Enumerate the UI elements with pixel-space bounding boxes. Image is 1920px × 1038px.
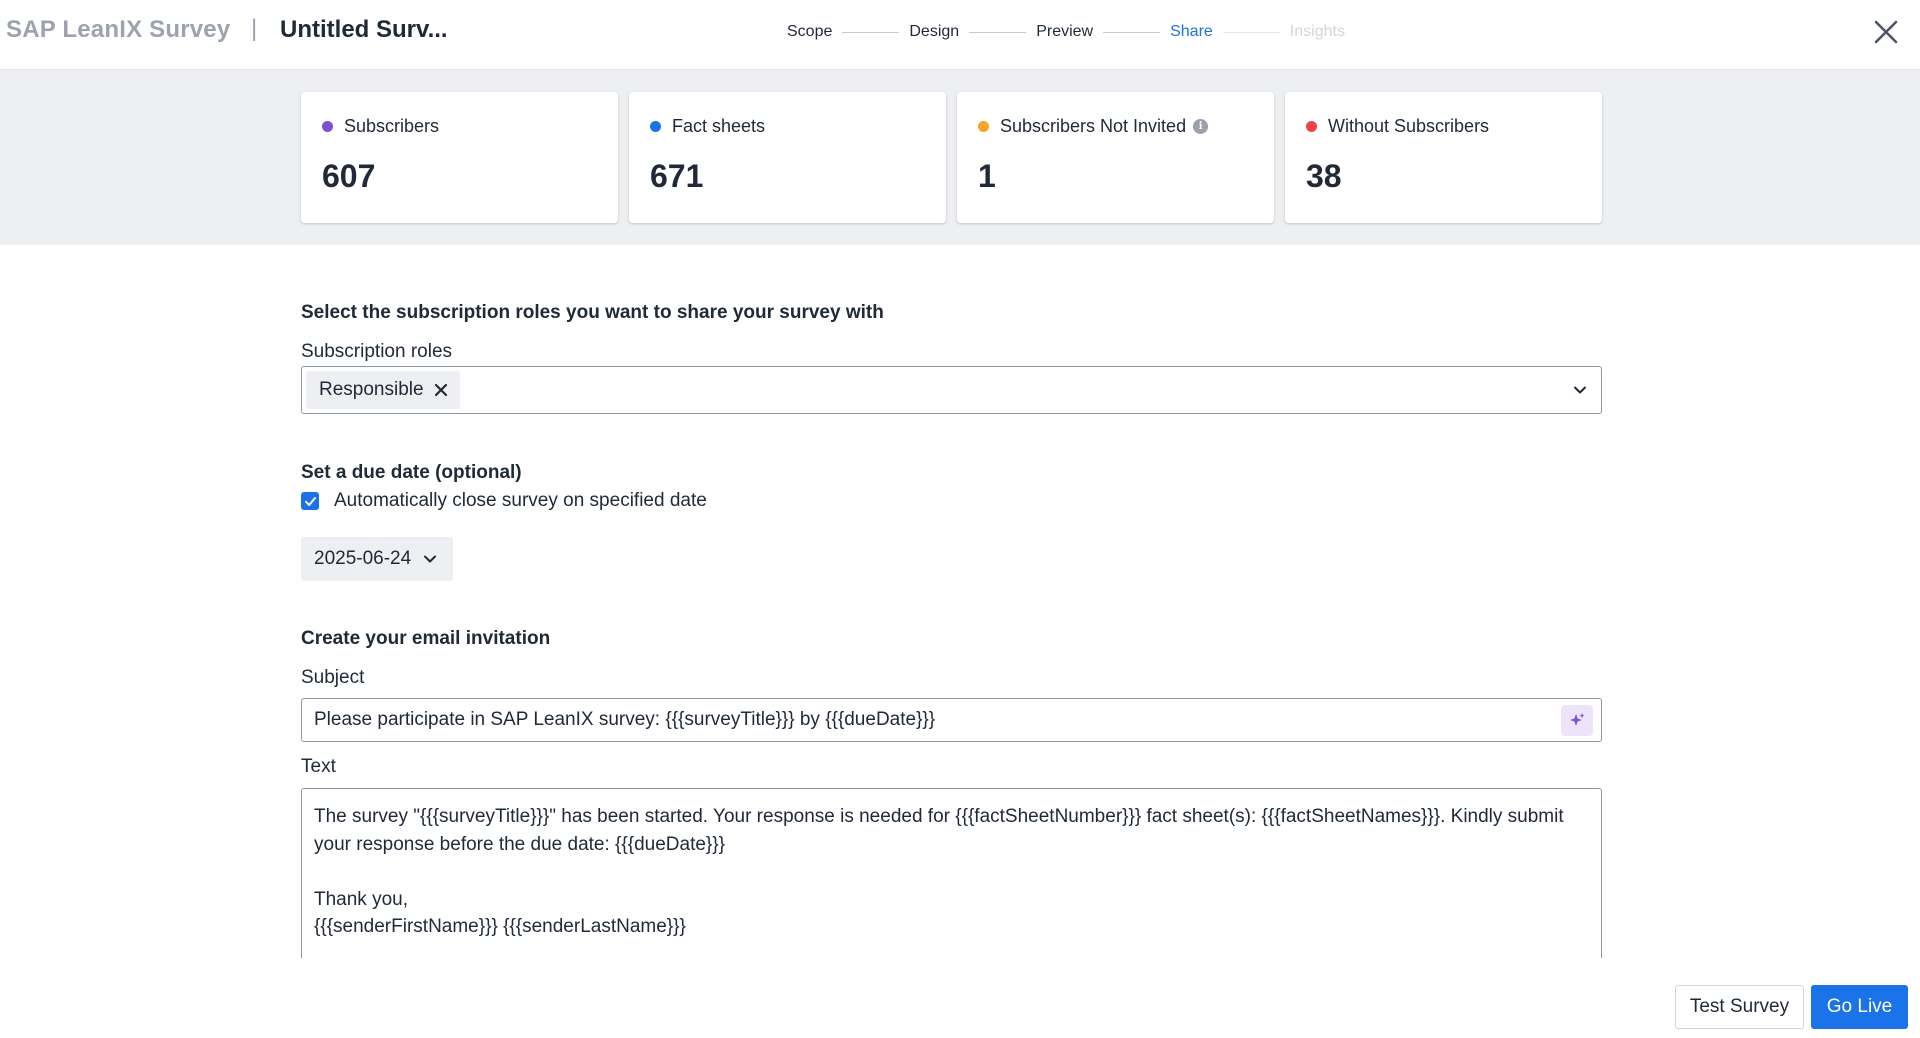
go-live-button[interactable]: Go Live bbox=[1811, 985, 1908, 1029]
red-dot-icon bbox=[1306, 121, 1317, 132]
subject-input[interactable]: Please participate in SAP LeanIX survey:… bbox=[301, 698, 1602, 742]
step-connector bbox=[969, 31, 1027, 33]
step-preview[interactable]: Preview bbox=[1036, 23, 1093, 41]
step-insights: Insights bbox=[1289, 23, 1345, 40]
app-header: SAP LeanIX Survey | Untitled Surv... Sco… bbox=[0, 0, 1920, 70]
subscription-roles-select[interactable]: Responsible bbox=[301, 366, 1602, 414]
text-line: Thank you, bbox=[314, 888, 408, 910]
stat-value: 38 bbox=[1306, 158, 1342, 194]
roles-section-title: Select the subscription roles you want t… bbox=[301, 302, 884, 323]
stat-value: 607 bbox=[322, 158, 376, 194]
role-chip-responsible: Responsible bbox=[306, 371, 460, 409]
stat-value: 671 bbox=[650, 158, 704, 194]
brand-logo-text: SAP LeanIX Survey bbox=[6, 16, 231, 43]
stat-label: Fact sheets bbox=[672, 116, 766, 136]
step-share[interactable]: Share bbox=[1170, 23, 1213, 41]
stat-card-not-invited: Subscribers Not Invited i 1 bbox=[957, 92, 1274, 223]
remove-chip-icon[interactable] bbox=[434, 383, 448, 397]
stat-label: Subscribers Not Invited bbox=[1000, 116, 1187, 136]
stat-card-subscribers: Subscribers 607 bbox=[301, 92, 618, 223]
chip-label: Responsible bbox=[319, 379, 424, 400]
close-button[interactable] bbox=[1870, 16, 1902, 48]
due-date-value: 2025-06-24 bbox=[314, 548, 412, 569]
stat-value: 1 bbox=[978, 158, 996, 194]
step-connector bbox=[842, 31, 900, 33]
step-connector bbox=[1103, 31, 1161, 33]
stat-card-without-subscribers: Without Subscribers 38 bbox=[1285, 92, 1602, 223]
text-line: your response before the due date: {{{du… bbox=[314, 833, 725, 855]
subject-label: Subject bbox=[301, 667, 365, 688]
ai-assist-button[interactable] bbox=[1561, 705, 1593, 736]
stat-card-fact-sheets: Fact sheets 671 bbox=[629, 92, 946, 223]
due-date-picker[interactable]: 2025-06-24 bbox=[301, 537, 453, 581]
close-icon bbox=[1874, 20, 1898, 44]
text-line bbox=[314, 858, 1589, 886]
auto-close-label[interactable]: Automatically close survey on specified … bbox=[334, 490, 707, 512]
chevron-down-icon bbox=[423, 552, 437, 566]
stats-band: Subscribers 607 Fact sheets 671 Subscrib… bbox=[0, 70, 1920, 245]
email-text-area[interactable]: The survey "{{{surveyTitle}}}" has been … bbox=[301, 788, 1602, 958]
subject-value: Please participate in SAP LeanIX survey:… bbox=[314, 709, 936, 730]
text-line: {{{senderFirstName}}} {{{senderLastName}… bbox=[314, 916, 686, 937]
wizard-stepper: Scope Design Preview Share Insights bbox=[787, 20, 1345, 44]
blue-dot-icon bbox=[650, 121, 661, 132]
email-section-title: Create your email invitation bbox=[301, 628, 551, 649]
auto-close-checkbox-row: Automatically close survey on specified … bbox=[301, 490, 707, 512]
stat-label: Subscribers bbox=[344, 116, 440, 136]
step-connector bbox=[1222, 31, 1280, 33]
text-label: Text bbox=[301, 756, 336, 777]
survey-title[interactable]: Untitled Surv... bbox=[280, 16, 448, 44]
auto-close-checkbox[interactable] bbox=[301, 492, 319, 510]
step-scope[interactable]: Scope bbox=[787, 23, 832, 41]
step-design[interactable]: Design bbox=[909, 23, 959, 41]
chevron-down-icon[interactable] bbox=[1573, 383, 1587, 397]
stat-label: Without Subscribers bbox=[1328, 116, 1490, 136]
due-date-section-title: Set a due date (optional) bbox=[301, 462, 522, 483]
text-line: The survey "{{{surveyTitle}}}" has been … bbox=[314, 806, 1564, 827]
orange-dot-icon bbox=[978, 121, 989, 132]
roles-field-label: Subscription roles bbox=[301, 341, 453, 362]
header-separator: | bbox=[251, 15, 258, 42]
info-icon[interactable]: i bbox=[1193, 119, 1209, 134]
purple-dot-icon bbox=[322, 121, 333, 132]
sparkle-icon bbox=[1570, 712, 1585, 726]
test-survey-button[interactable]: Test Survey bbox=[1675, 985, 1804, 1029]
